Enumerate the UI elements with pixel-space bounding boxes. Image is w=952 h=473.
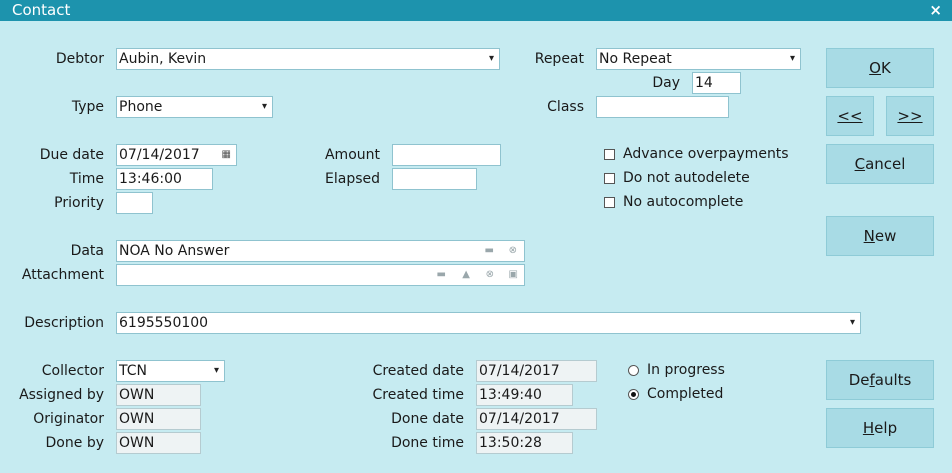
time-input[interactable]: 13:46:00	[116, 168, 213, 190]
class-input[interactable]	[596, 96, 729, 118]
defaults-pre: De	[848, 371, 870, 389]
close-icon[interactable]: ×	[929, 1, 942, 19]
description-value: 6195550100	[119, 315, 209, 331]
cancel-post: ancel	[865, 155, 906, 173]
repeat-select[interactable]: No Repeat ▾	[596, 48, 801, 70]
type-select[interactable]: Phone ▾	[116, 96, 273, 118]
in-progress-label: In progress	[647, 362, 725, 378]
created-date-label: Created date	[372, 363, 464, 379]
due-date-value: 07/14/2017	[119, 147, 200, 163]
debtor-select[interactable]: Aubin, Kevin ▾	[116, 48, 500, 70]
help-post: elp	[874, 419, 898, 437]
next-key: >>	[897, 107, 923, 125]
priority-input[interactable]	[116, 192, 153, 214]
cancel-key: C	[854, 155, 866, 173]
window-title: Contact	[12, 1, 71, 19]
debtor-label: Debtor	[55, 51, 104, 67]
do-not-autodelete-label: Do not autodelete	[623, 170, 750, 186]
title-bar: Contact ×	[0, 0, 952, 21]
time-label: Time	[69, 171, 104, 187]
new-key: N	[863, 227, 875, 245]
type-label: Type	[71, 99, 104, 115]
done-by-label: Done by	[45, 435, 104, 451]
done-time-label: Done time	[391, 435, 464, 451]
do-not-autodelete-checkbox[interactable]	[604, 173, 615, 184]
chevron-down-icon[interactable]: ▾	[489, 49, 494, 69]
due-date-input[interactable]: 07/14/2017 ▦	[116, 144, 237, 166]
priority-label: Priority	[54, 195, 104, 211]
collector-value: TCN	[119, 363, 147, 379]
debtor-value: Aubin, Kevin	[119, 51, 207, 67]
amount-label: Amount	[324, 147, 380, 163]
day-input[interactable]: 14	[692, 72, 741, 94]
originator-field: OWN	[116, 408, 201, 430]
no-autocomplete-label: No autocomplete	[623, 194, 744, 210]
help-key: H	[862, 419, 875, 437]
elapsed-label: Elapsed	[325, 171, 380, 187]
chevron-down-icon[interactable]: ▾	[850, 313, 855, 333]
assigned-by-field: OWN	[116, 384, 201, 406]
folder-icon[interactable]: ▬	[437, 265, 446, 285]
collector-select[interactable]: TCN ▾	[116, 360, 225, 382]
amount-input[interactable]	[392, 144, 501, 166]
done-date-label: Done date	[391, 411, 464, 427]
created-time-field: 13:49:40	[476, 384, 573, 406]
defaults-post: aults	[874, 371, 912, 389]
done-by-field: OWN	[116, 432, 201, 454]
completed-label: Completed	[647, 386, 724, 402]
in-progress-radio[interactable]	[628, 365, 639, 376]
advance-overpayments-label: Advance overpayments	[623, 146, 789, 162]
calendar-icon[interactable]: ▦	[222, 145, 231, 165]
ok-button[interactable]: OK	[826, 48, 934, 88]
assigned-by-label: Assigned by	[19, 387, 104, 403]
due-date-label: Due date	[39, 147, 104, 163]
collector-label: Collector	[41, 363, 104, 379]
chevron-down-icon[interactable]: ▾	[214, 361, 219, 381]
user-icon[interactable]: ▣	[509, 265, 518, 285]
clear-icon[interactable]: ⊗	[486, 265, 494, 285]
clear-icon[interactable]: ⊗	[509, 241, 517, 261]
created-time-label: Created time	[372, 387, 465, 403]
elapsed-input[interactable]	[392, 168, 477, 190]
description-label: Description	[24, 315, 104, 331]
day-label: Day	[652, 75, 680, 91]
new-button[interactable]: New	[826, 216, 934, 256]
folder-icon[interactable]: ▬	[485, 241, 494, 261]
chevron-down-icon[interactable]: ▾	[262, 97, 267, 117]
originator-label: Originator	[33, 411, 104, 427]
no-autocomplete-checkbox[interactable]	[604, 197, 615, 208]
data-value: NOA No Answer	[119, 243, 230, 259]
done-time-field: 13:50:28	[476, 432, 573, 454]
defaults-button[interactable]: Defaults	[826, 360, 934, 400]
previous-button[interactable]: <<	[826, 96, 874, 136]
repeat-value: No Repeat	[599, 51, 672, 67]
print-icon[interactable]: ▲	[462, 265, 470, 285]
cancel-button[interactable]: Cancel	[826, 144, 934, 184]
chevron-down-icon[interactable]: ▾	[790, 49, 795, 69]
attachment-label: Attachment	[21, 267, 104, 283]
type-value: Phone	[119, 99, 163, 115]
help-button[interactable]: Help	[826, 408, 934, 448]
created-date-field: 07/14/2017	[476, 360, 597, 382]
description-select[interactable]: 6195550100 ▾	[116, 312, 861, 334]
data-label: Data	[70, 243, 104, 259]
class-label: Class	[547, 99, 584, 115]
advance-overpayments-checkbox[interactable]	[604, 149, 615, 160]
done-date-field: 07/14/2017	[476, 408, 597, 430]
new-post: ew	[874, 227, 897, 245]
data-input[interactable]: NOA No Answer ▬ ⊗	[116, 240, 525, 262]
attachment-input[interactable]: ▬ ▲ ⊗ ▣	[116, 264, 525, 286]
previous-key: <<	[837, 107, 863, 125]
ok-key: O	[869, 59, 881, 77]
ok-post: K	[880, 59, 891, 77]
repeat-label: Repeat	[534, 51, 584, 67]
completed-radio[interactable]	[628, 389, 639, 400]
next-button[interactable]: >>	[886, 96, 934, 136]
